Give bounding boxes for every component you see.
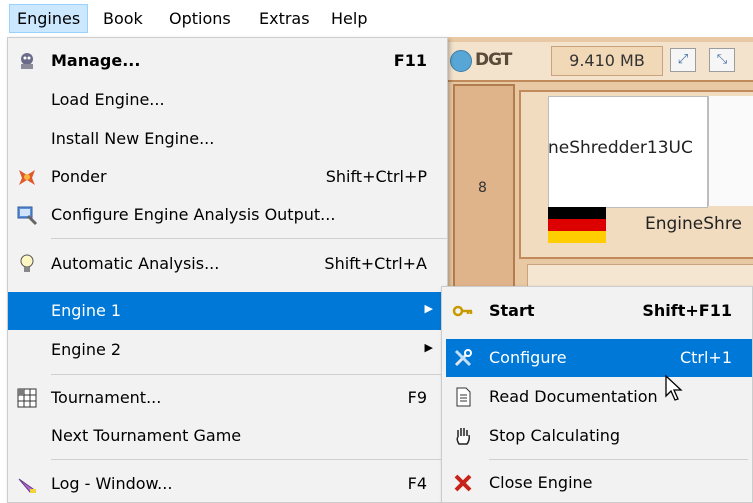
main-toolbar: DGT 9.410 MB ⤢ ⤡	[448, 42, 753, 82]
menu-item-engine-1[interactable]: Engine 1 ▶	[8, 292, 447, 330]
shrink-icon[interactable]: ⤡	[709, 48, 735, 72]
menu-bar: Engines Book Options Extras Help	[0, 0, 753, 37]
submenu-item-start[interactable]: Start Shift+F11	[446, 292, 752, 330]
submenu-item-label: Configure	[489, 348, 567, 367]
submenu-item-shortcut: Shift+F11	[642, 301, 732, 320]
engine-name-label: neShredder13UC	[548, 138, 693, 158]
menu-item-label: Tournament...	[51, 388, 162, 407]
submenu-item-close-engine[interactable]: Close Engine	[446, 464, 752, 502]
tournament-icon	[16, 387, 38, 409]
submenu-item-configure[interactable]: Configure Ctrl+1	[446, 339, 752, 377]
menu-item-label: Manage...	[51, 51, 141, 70]
menu-item-shortcut: F4	[407, 474, 427, 493]
menu-item-load-engine[interactable]: Load Engine...	[8, 81, 447, 119]
menu-item-label: Install New Engine...	[51, 129, 215, 148]
globe-icon[interactable]	[450, 50, 472, 72]
menu-item-engine-2[interactable]: Engine 2 ▶	[8, 331, 447, 369]
document-icon	[452, 386, 474, 408]
menu-item-label: Log - Window...	[51, 474, 173, 493]
menu-item-shortcut: F11	[393, 51, 427, 70]
fullscreen-icon[interactable]: ⤢	[670, 48, 696, 72]
board-rank-label: 8	[478, 180, 487, 196]
engine-info-box	[708, 96, 753, 206]
configure-output-icon	[16, 204, 38, 226]
submenu-arrow-icon: ▶	[424, 341, 433, 354]
menu-item-label: Next Tournament Game	[51, 426, 242, 445]
key-icon	[452, 300, 474, 322]
menu-options[interactable]: Options	[162, 5, 238, 32]
submenu-arrow-icon: ▶	[424, 302, 433, 315]
menu-engines[interactable]: Engines	[9, 4, 89, 33]
submenu-item-read-documentation[interactable]: Read Documentation	[446, 378, 752, 416]
manage-icon	[16, 50, 38, 72]
menu-item-label: Configure Engine Analysis Output...	[51, 205, 336, 224]
menu-item-manage[interactable]: Manage... F11	[8, 42, 447, 80]
hand-icon	[452, 425, 474, 447]
menu-item-shortcut: Shift+Ctrl+P	[325, 167, 427, 186]
menu-item-configure-output[interactable]: Configure Engine Analysis Output...	[8, 196, 447, 234]
close-x-icon	[452, 472, 474, 494]
submenu-item-shortcut: Ctrl+1	[679, 348, 732, 367]
submenu-item-label: Read Documentation	[489, 387, 658, 406]
submenu-item-label: Close Engine	[489, 473, 593, 492]
menu-item-label: Load Engine...	[51, 90, 165, 109]
menu-extras[interactable]: Extras	[252, 5, 317, 32]
menu-item-automatic-analysis[interactable]: Automatic Analysis... Shift+Ctrl+A	[8, 245, 447, 283]
menu-book[interactable]: Book	[96, 5, 150, 32]
menu-help[interactable]: Help	[324, 5, 374, 32]
menu-item-shortcut: F9	[407, 388, 427, 407]
menu-item-install-engine[interactable]: Install New Engine...	[8, 120, 447, 158]
tools-icon	[452, 347, 474, 369]
menu-item-label: Automatic Analysis...	[51, 254, 220, 273]
ponder-icon	[16, 166, 38, 188]
memory-indicator: 9.410 MB	[551, 46, 663, 76]
submenu-item-label: Start	[489, 301, 535, 320]
submenu-separator	[489, 459, 748, 460]
menu-separator	[51, 374, 447, 375]
log-icon	[16, 473, 38, 495]
menu-item-label: Engine 1	[51, 301, 122, 320]
menu-item-shortcut: Shift+Ctrl+A	[324, 254, 427, 273]
submenu-item-stop-calculating[interactable]: Stop Calculating	[446, 417, 752, 455]
menu-item-tournament[interactable]: Tournament... F9	[8, 379, 447, 417]
menu-item-label: Engine 2	[51, 340, 122, 359]
engine-1-submenu: Start Shift+F11 Configure Ctrl+1 Read Do…	[441, 286, 753, 503]
lightbulb-icon	[16, 253, 38, 275]
engines-dropdown-menu: Manage... F11 Load Engine... Install New…	[7, 37, 448, 503]
germany-flag-icon	[548, 207, 606, 243]
engine-name-secondary: EngineShre	[645, 214, 742, 234]
menu-item-log-window[interactable]: Log - Window... F4	[8, 465, 447, 503]
menu-separator	[51, 238, 447, 239]
menu-item-next-tournament-game[interactable]: Next Tournament Game	[8, 417, 447, 455]
menu-item-ponder[interactable]: Ponder Shift+Ctrl+P	[8, 158, 447, 196]
submenu-item-label: Stop Calculating	[489, 426, 621, 445]
menu-separator	[51, 459, 447, 460]
mouse-cursor-icon	[664, 374, 684, 406]
menu-item-label: Ponder	[51, 167, 107, 186]
dgt-board-icon[interactable]: DGT	[475, 50, 512, 70]
